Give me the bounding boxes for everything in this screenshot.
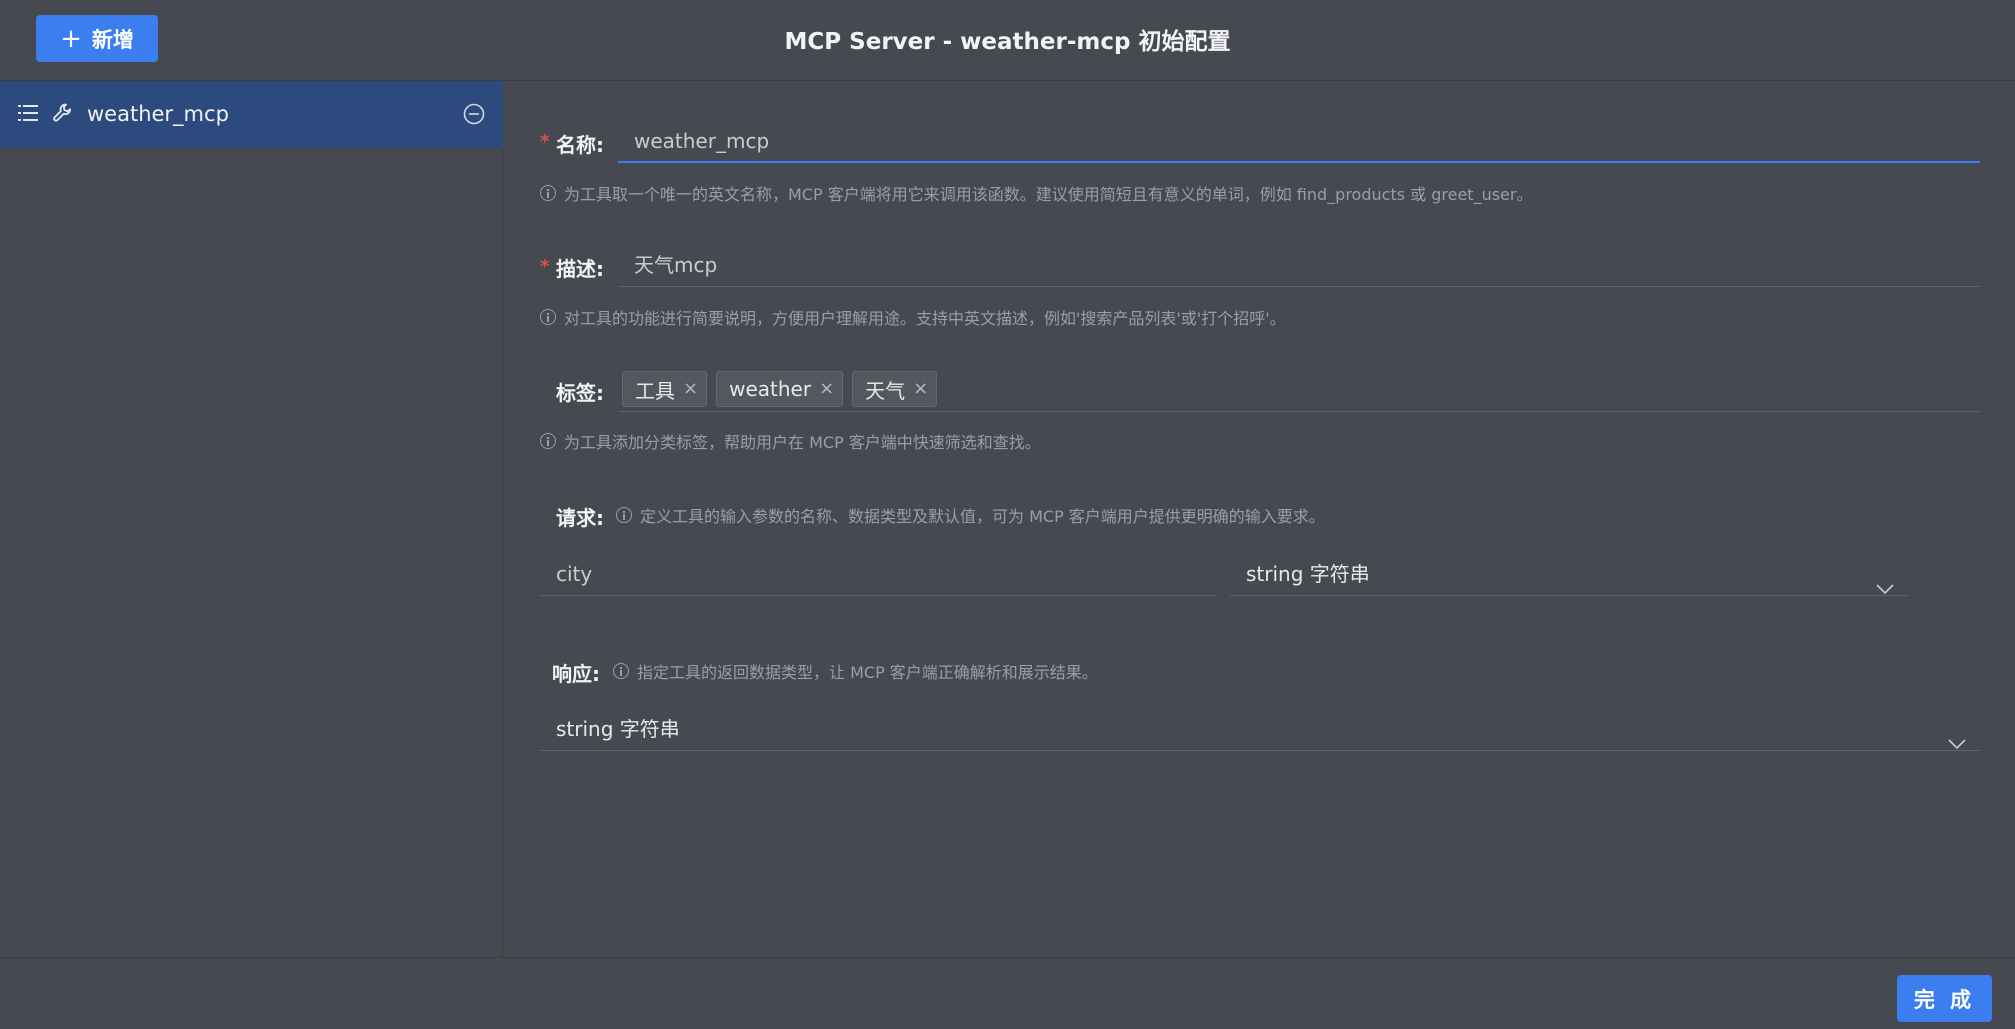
close-icon[interactable]: × xyxy=(913,380,928,398)
request-label: 请求: xyxy=(556,506,604,530)
tag: 工具 × xyxy=(622,371,708,407)
request-param-type-select[interactable]: string 字符串 xyxy=(1230,552,1908,596)
response-label: 响应: xyxy=(552,662,600,686)
required-marker: * xyxy=(540,131,550,152)
response-hint: 指定工具的返回数据类型，让 MCP 客户端正确解析和展示结果。 xyxy=(613,659,1098,683)
list-icon[interactable] xyxy=(18,104,38,126)
info-icon xyxy=(540,433,556,449)
tag: weather × xyxy=(716,371,844,407)
request-hint: 定义工具的输入参数的名称、数据类型及默认值，可为 MCP 客户端用户提供更明确的… xyxy=(616,503,1325,527)
request-param-type-value: string 字符串 xyxy=(1246,562,1370,586)
page-title: MCP Server - weather-mcp 初始配置 xyxy=(784,29,1231,55)
sidebar-item-label: weather_mcp xyxy=(87,102,229,126)
info-icon xyxy=(540,185,556,201)
description-hint: 对工具的功能进行简要说明，方便用户理解用途。支持中英文描述，例如'搜索产品列表'… xyxy=(540,305,1286,329)
name-input[interactable]: weather_mcp xyxy=(618,119,1980,163)
description-input[interactable]: 天气mcp xyxy=(618,243,1980,287)
sidebar: weather_mcp xyxy=(0,81,503,957)
done-button[interactable]: 完 成 xyxy=(1897,975,1992,1022)
response-type-select[interactable]: string 字符串 xyxy=(540,707,1980,751)
tags-hint: 为工具添加分类标签，帮助用户在 MCP 客户端中快速筛选和查找。 xyxy=(540,429,1041,453)
description-label: 描述: xyxy=(556,257,604,281)
name-hint: 为工具取一个唯一的英文名称，MCP 客户端将用它来调用该函数。建议使用简短且有意… xyxy=(540,181,1532,205)
info-icon xyxy=(616,507,632,523)
info-icon xyxy=(613,663,629,679)
response-type-value: string 字符串 xyxy=(556,717,680,741)
request-param-name-input[interactable]: city xyxy=(540,552,1217,596)
chevron-down-icon xyxy=(1876,566,1894,610)
info-icon xyxy=(540,309,556,325)
name-label: 名称: xyxy=(556,133,604,157)
tags-input[interactable]: 工具 × weather × 天气 × xyxy=(618,367,1980,412)
required-marker: * xyxy=(540,256,550,277)
minus-circle-icon[interactable] xyxy=(463,103,485,129)
header: + 新增 MCP Server - weather-mcp 初始配置 xyxy=(0,0,2015,81)
tags-label: 标签: xyxy=(556,381,604,405)
close-icon[interactable]: × xyxy=(819,380,834,398)
footer: 完 成 xyxy=(0,957,2015,1029)
sidebar-item-weather-mcp[interactable]: weather_mcp xyxy=(0,81,503,148)
chevron-down-icon xyxy=(1948,721,1966,765)
wrench-icon xyxy=(51,101,75,129)
tag: 天气 × xyxy=(852,371,938,407)
close-icon[interactable]: × xyxy=(683,380,698,398)
